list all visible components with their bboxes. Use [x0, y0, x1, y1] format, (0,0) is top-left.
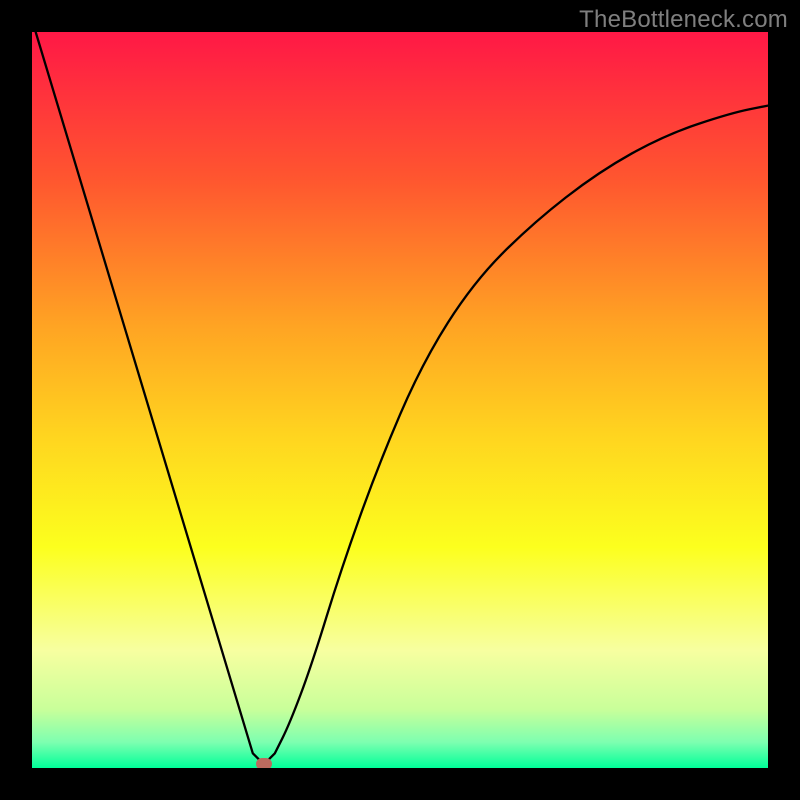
plot-area: [32, 32, 768, 768]
minimum-marker: [256, 758, 272, 768]
bottleneck-curve: [32, 32, 768, 768]
watermark-text: TheBottleneck.com: [579, 6, 788, 34]
chart-frame: { "watermark": "TheBottleneck.com", "col…: [0, 0, 800, 800]
